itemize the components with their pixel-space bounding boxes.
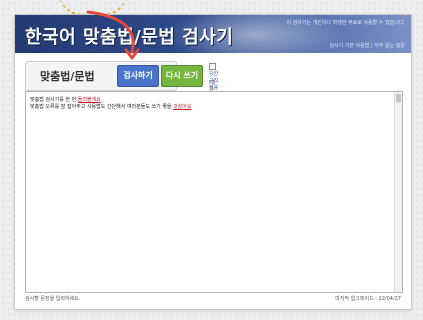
strict-rule-checkbox[interactable] (209, 63, 216, 70)
mode-label: 맞춤법/문법 (40, 70, 95, 83)
status-hint: 검사할 문장을 입력하세요. (25, 296, 81, 302)
last-update: 마지막 업그레이드 : 22/04/27 (335, 296, 401, 302)
header-links[interactable]: 검사기 기본 사용법 | 자주 묻는 질문 (329, 42, 405, 49)
editor-line-2-text: 맞춤법 오류를 잘 잡아주고 사용법도 간단해서 여러분들도 쓰기 좋을 (30, 104, 174, 110)
editor-scrollbar[interactable] (394, 92, 402, 292)
status-bar: 검사할 문장을 입력하세요. 마지막 업그레이드 : 22/04/27 (25, 295, 401, 305)
reset-button[interactable]: 다시 쓰기 (161, 65, 203, 87)
page-title: 한국어 맞춤법/문법 검사기 (25, 27, 234, 48)
header-notice: 이 검사기는 개인이나 학생만 무료로 사용할 수 있습니다. (286, 20, 405, 26)
scrollbar-thumb[interactable] (396, 94, 401, 102)
editor-line-2: 맞춤법 오류를 잘 잡아주고 사용법도 간단해서 여러분들도 쓰기 좋을 것같아… (30, 103, 192, 110)
text-editor[interactable]: 맞춤법 검사기를 한 번 돌려볼게요 맞춤법 오류를 잘 잡아주고 사용법도 간… (25, 91, 403, 293)
check-button[interactable]: 검사하기 (117, 65, 159, 87)
header-banner: 한국어 맞춤법/문법 검사기 이 검사기는 개인이나 학생만 무료로 사용할 수… (15, 15, 411, 53)
spell-checker-window: 한국어 맞춤법/문법 검사기 이 검사기는 개인이나 학생만 무료로 사용할 수… (14, 14, 412, 310)
editor-line-1: 맞춤법 검사기를 한 번 돌려볼게요 (30, 96, 101, 103)
error-highlight-2[interactable]: 것같아요 (173, 104, 191, 110)
